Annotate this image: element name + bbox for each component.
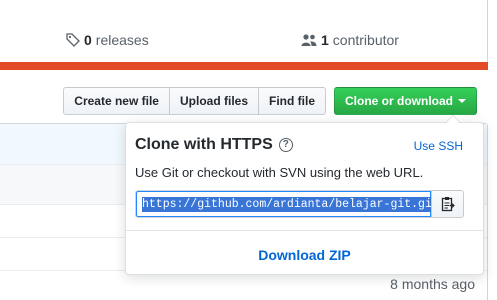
- dropdown-caret-fill: [446, 116, 460, 123]
- copy-url-button[interactable]: [431, 190, 464, 218]
- clone-title: Clone with HTTPS ?: [135, 136, 293, 154]
- question-icon[interactable]: ?: [278, 138, 293, 152]
- file-navigation: Create new file Upload files Find file C…: [63, 87, 477, 115]
- upload-files-button[interactable]: Upload files: [168, 87, 259, 115]
- clone-or-download-button[interactable]: Clone or download: [334, 87, 477, 115]
- tag-icon: [66, 33, 80, 47]
- download-zip-link[interactable]: Download ZIP: [126, 247, 483, 263]
- contributors-count: 1: [321, 32, 329, 48]
- releases-count: 0: [84, 32, 92, 48]
- last-commit-age: 8 months ago: [390, 276, 475, 292]
- releases-label: releases: [95, 32, 149, 48]
- caret-down-icon: [458, 99, 466, 103]
- contributors-label: contributor: [332, 32, 399, 48]
- contributors-link[interactable]: 1 contributor: [301, 32, 399, 48]
- create-new-file-button[interactable]: Create new file: [63, 87, 170, 115]
- find-file-button[interactable]: Find file: [258, 87, 326, 115]
- clone-dropdown: Clone with HTTPS ? Use SSH Use Git or ch…: [125, 115, 484, 275]
- clone-or-download-label: Clone or download: [345, 94, 453, 108]
- clone-url-input[interactable]: https://github.com/ardianta/belajar-git.…: [135, 190, 432, 218]
- dropdown-divider: [126, 230, 483, 231]
- language-bar[interactable]: [0, 62, 488, 70]
- clipboard-icon: [441, 197, 455, 212]
- file-actions-group: Create new file Upload files Find file: [63, 87, 326, 115]
- people-icon: [301, 34, 317, 46]
- repo-summary: 0 releases 1 contributor: [0, 0, 488, 68]
- clone-url-group: https://github.com/ardianta/belajar-git.…: [135, 190, 464, 218]
- clone-url-text: https://github.com/ardianta/belajar-git.…: [142, 196, 431, 212]
- releases-link[interactable]: 0 releases: [66, 32, 149, 48]
- clone-description: Use Git or checkout with SVN using the w…: [135, 165, 424, 180]
- use-ssh-link[interactable]: Use SSH: [414, 139, 463, 153]
- clone-title-text: Clone with HTTPS: [135, 136, 273, 153]
